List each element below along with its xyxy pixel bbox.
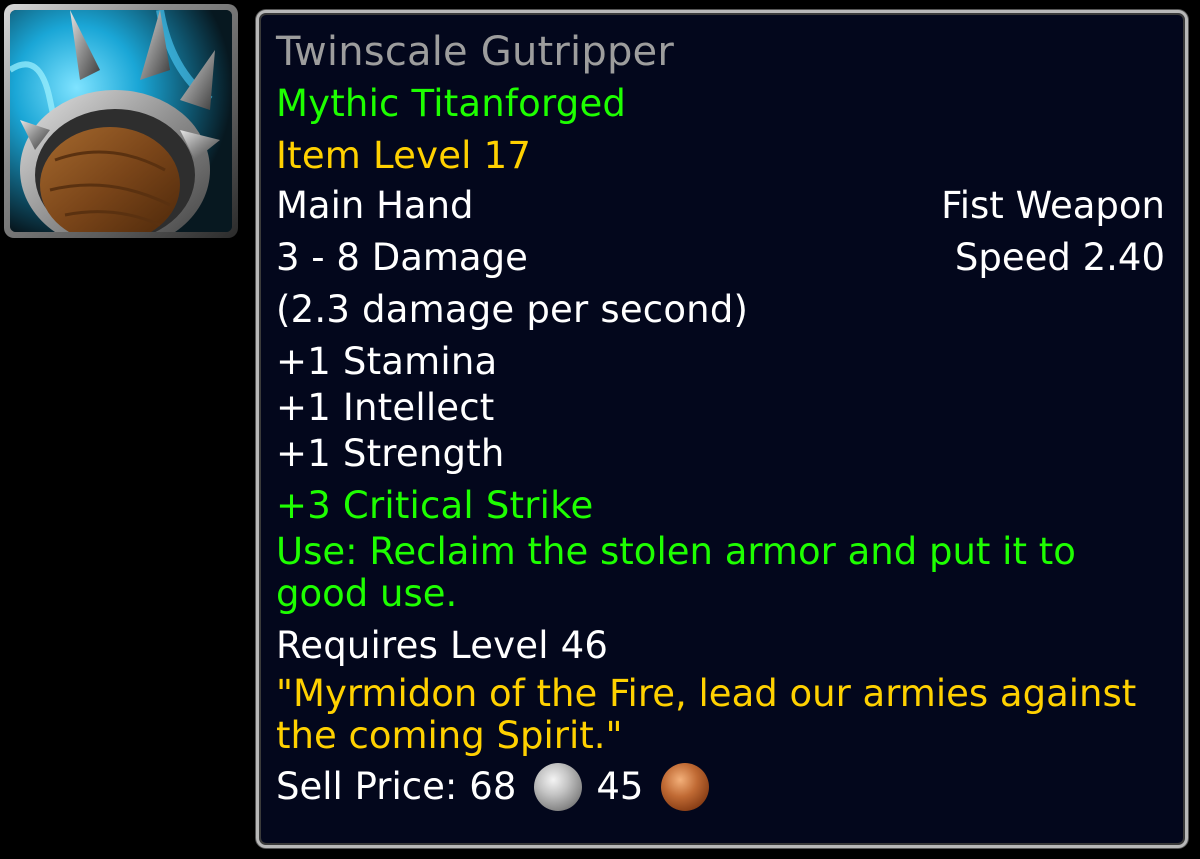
copper-coin-icon	[661, 763, 710, 811]
use-effect: Use: Reclaim the stolen armor and put it…	[276, 530, 1076, 615]
silver-coin-icon	[534, 763, 583, 811]
fist-weapon-icon	[10, 10, 232, 232]
secondary-stat: +3 Critical Strike	[276, 484, 594, 527]
stat-line: +1 Strength	[276, 432, 505, 475]
item-name: Twinscale Gutripper	[276, 29, 674, 75]
slot-row: Main Hand Fist Weapon	[276, 183, 1165, 229]
copper-amount: 45	[596, 765, 644, 808]
item-tooltip: Twinscale Gutripper Mythic Titanforged I…	[256, 10, 1188, 848]
sell-price-label: Sell Price:	[276, 765, 458, 808]
stat-line: +1 Intellect	[276, 386, 495, 429]
damage-row: 3 - 8 Damage Speed 2.40	[276, 235, 1165, 281]
weapon-damage: 3 - 8 Damage	[276, 236, 528, 279]
item-level: Item Level 17	[276, 134, 532, 177]
item-quality-tier: Mythic Titanforged	[276, 82, 627, 125]
weapon-type: Fist Weapon	[941, 184, 1165, 227]
item-icon-frame[interactable]	[4, 4, 238, 238]
weapon-speed: Speed 2.40	[954, 236, 1165, 279]
stat-line: +1 Stamina	[276, 340, 498, 383]
weapon-dps: (2.3 damage per second)	[276, 288, 749, 331]
item-slot: Main Hand	[276, 184, 474, 227]
level-requirement: Requires Level 46	[276, 624, 609, 667]
tooltip-screen: Twinscale Gutripper Mythic Titanforged I…	[0, 0, 1200, 859]
silver-amount: 68	[469, 765, 517, 808]
flavor-text: "Myrmidon of the Fire, lead our armies a…	[276, 672, 1137, 757]
sell-price: Sell Price: 68 45	[276, 763, 1165, 811]
